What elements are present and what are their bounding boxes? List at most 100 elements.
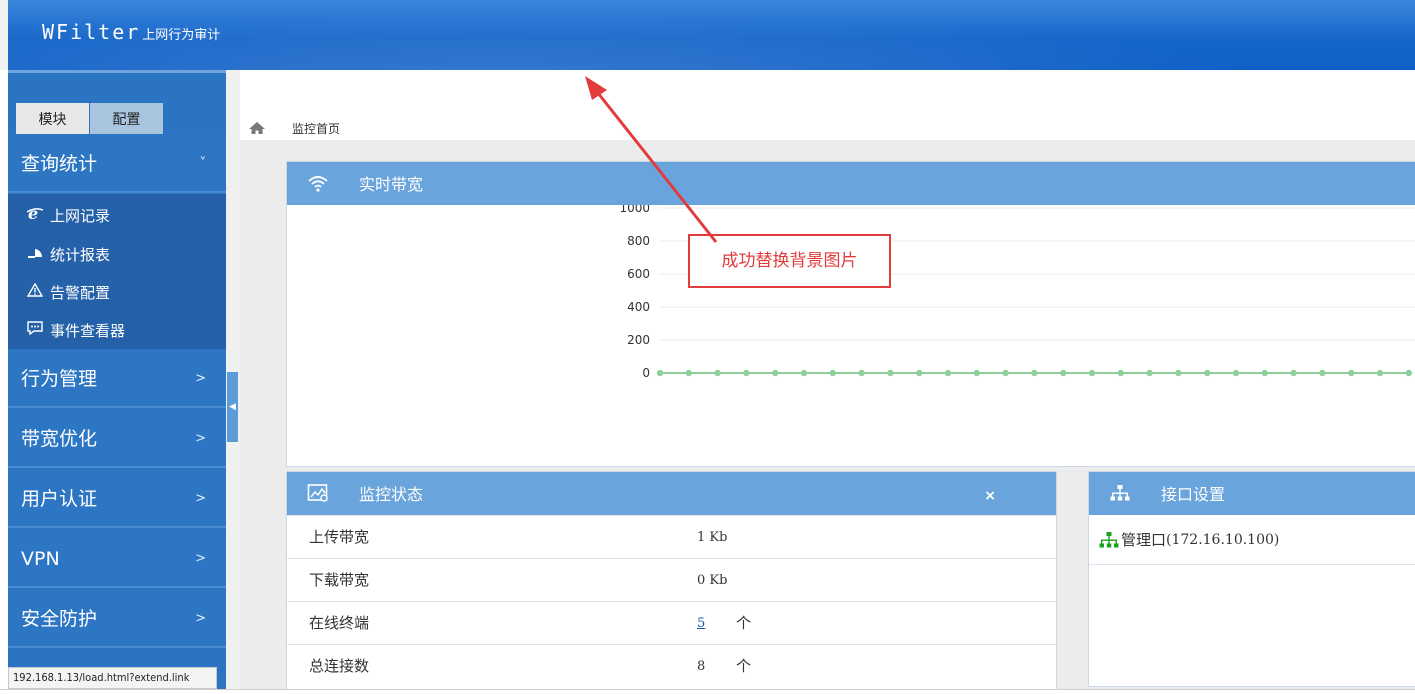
annotation-label: 成功替换背景图片	[688, 234, 891, 288]
list-item[interactable]: 管理口 (172.16.10.100)	[1089, 515, 1415, 565]
panel-title: 监控状态	[359, 485, 424, 504]
logo-brand: WFilter	[42, 20, 141, 44]
data-point	[1290, 369, 1297, 377]
data-point	[1146, 369, 1153, 377]
data-point	[714, 369, 721, 377]
data-point	[1405, 369, 1413, 377]
main-content: 监控首页 实时带宽 0 200 400 600 800 1000 监控状态 × …	[240, 70, 1415, 694]
sidebar-item-label: 查询统计	[21, 153, 98, 175]
network-icon	[1110, 485, 1130, 501]
sidebar-item-label: VPN	[21, 548, 60, 570]
sidebar-item-bandwidth[interactable]: 带宽优化 >	[8, 410, 226, 468]
data-point	[887, 369, 894, 377]
data-point	[829, 369, 836, 377]
y-tick-label: 1000	[619, 205, 650, 215]
row-value: 8	[697, 659, 706, 674]
table-row: 在线终端 5 个	[287, 601, 1056, 644]
status-bar-url: 192.168.1.13/load.html?extend.link	[8, 667, 217, 689]
y-tick-label: 0	[642, 366, 650, 380]
sidebar-item-security[interactable]: 安全防护 >	[8, 590, 226, 648]
row-label: 上传带宽	[309, 528, 370, 546]
chevron-right-icon: >	[195, 611, 206, 626]
sidebar-subitem-event-viewer[interactable]: 事件查看器	[25, 319, 125, 341]
data-point	[1348, 369, 1355, 377]
panel-header: 监控状态 ×	[287, 472, 1056, 515]
data-point	[656, 369, 664, 377]
chevron-right-icon: >	[195, 551, 206, 566]
wifi-icon	[308, 176, 328, 192]
row-unit: 个	[736, 657, 752, 675]
chevron-down-icon: ˅	[199, 156, 207, 171]
data-point	[800, 369, 808, 377]
sidebar-item-label: 安全防护	[21, 608, 98, 630]
warning-icon	[25, 282, 45, 301]
sidebar-subitem-reports[interactable]: 统计报表	[25, 243, 110, 265]
sidebar: 模块 配置 查询统计 ˅ e 上网记录 统计报表 告警配置 事件查看器 行为管理…	[8, 70, 226, 694]
data-point	[1117, 369, 1124, 377]
sidebar-collapse-handle[interactable]: ◀	[227, 372, 238, 442]
tab-modules[interactable]: 模块	[16, 103, 89, 134]
data-point	[973, 369, 980, 377]
breadcrumb-current[interactable]: 监控首页	[292, 120, 340, 137]
data-point	[1060, 369, 1067, 377]
table-row: 上传带宽 1 Kb	[287, 515, 1056, 558]
panel-title: 实时带宽	[359, 175, 424, 194]
row-label: 总连接数	[309, 657, 370, 675]
y-tick-label: 600	[627, 267, 650, 281]
home-icon[interactable]	[248, 121, 266, 135]
data-point	[944, 369, 952, 377]
row-value: 1 Kb	[697, 530, 728, 545]
panel-title: 接口设置	[1161, 485, 1226, 504]
sidebar-item-auth[interactable]: 用户认证 >	[8, 470, 226, 528]
logo-subtitle: 上网行为审计	[142, 28, 221, 43]
interface-ip: (172.16.10.100)	[1166, 531, 1280, 548]
chevron-right-icon: >	[195, 491, 206, 506]
image-chart-icon	[307, 484, 328, 502]
svg-text:e: e	[28, 205, 38, 221]
sidebar-item-vpn[interactable]: VPN >	[8, 530, 226, 588]
chevron-right-icon: >	[195, 371, 206, 386]
sidebar-subitem-alerts[interactable]: 告警配置	[25, 281, 110, 303]
online-terminals-link[interactable]: 5	[697, 602, 705, 645]
monitor-status-panel: 监控状态 × 上传带宽 1 Kb 下载带宽 0 Kb 在线终端 5 个 总连接数…	[286, 471, 1057, 694]
sidebar-item-query-stats[interactable]: 查询统计 ˅	[8, 135, 226, 193]
bandwidth-panel: 实时带宽 0 200 400 600 800 1000	[286, 161, 1415, 467]
network-green-icon	[1099, 531, 1119, 547]
sidebar-submenu: e 上网记录 统计报表 告警配置 事件查看器	[8, 194, 226, 349]
sidebar-subitem-label: 事件查看器	[50, 321, 126, 340]
data-point	[743, 369, 750, 377]
data-point	[1204, 369, 1211, 377]
app-window: WFilter 上网行为审计 模块 配置 查询统计 ˅ e 上网记录 统计报表 …	[0, 0, 1415, 694]
row-value: 0 Kb	[697, 573, 728, 588]
panel-header: 实时带宽	[287, 162, 1415, 205]
window-edge	[0, 0, 8, 70]
sidebar-top-divider	[8, 70, 226, 73]
sidebar-item-label: 行为管理	[21, 368, 98, 390]
tab-config[interactable]: 配置	[90, 103, 163, 134]
sidebar-item-label: 用户认证	[21, 488, 98, 510]
breadcrumb: 监控首页	[248, 118, 340, 138]
interface-panel: 接口设置 管理口 (172.16.10.100)	[1088, 471, 1415, 687]
bottom-edge	[0, 689, 1415, 694]
top-banner: WFilter 上网行为审计	[0, 0, 1415, 70]
data-point	[1232, 369, 1240, 377]
data-point	[1376, 369, 1384, 377]
panel-header: 接口设置	[1089, 472, 1415, 515]
y-tick-label: 200	[627, 333, 650, 347]
close-icon[interactable]: ×	[984, 472, 996, 520]
sidebar-subitem-label: 告警配置	[50, 283, 111, 302]
sidebar-item-behavior[interactable]: 行为管理 >	[8, 350, 226, 408]
y-tick-label: 800	[627, 234, 650, 248]
sidebar-subitem-web-records[interactable]: e 上网记录	[25, 204, 110, 226]
data-point	[1002, 369, 1009, 377]
table-row: 下载带宽 0 Kb	[287, 558, 1056, 601]
row-label: 在线终端	[309, 614, 370, 632]
sidebar-subitem-label: 统计报表	[50, 245, 111, 264]
app-logo: WFilter 上网行为审计	[42, 20, 220, 44]
y-tick-label: 400	[627, 300, 650, 314]
data-point	[1319, 369, 1326, 377]
row-label: 下载带宽	[309, 571, 370, 589]
chat-icon	[25, 321, 45, 339]
table-row: 总连接数 8 个	[287, 644, 1056, 687]
sidebar-subitem-label: 上网记录	[50, 206, 111, 225]
